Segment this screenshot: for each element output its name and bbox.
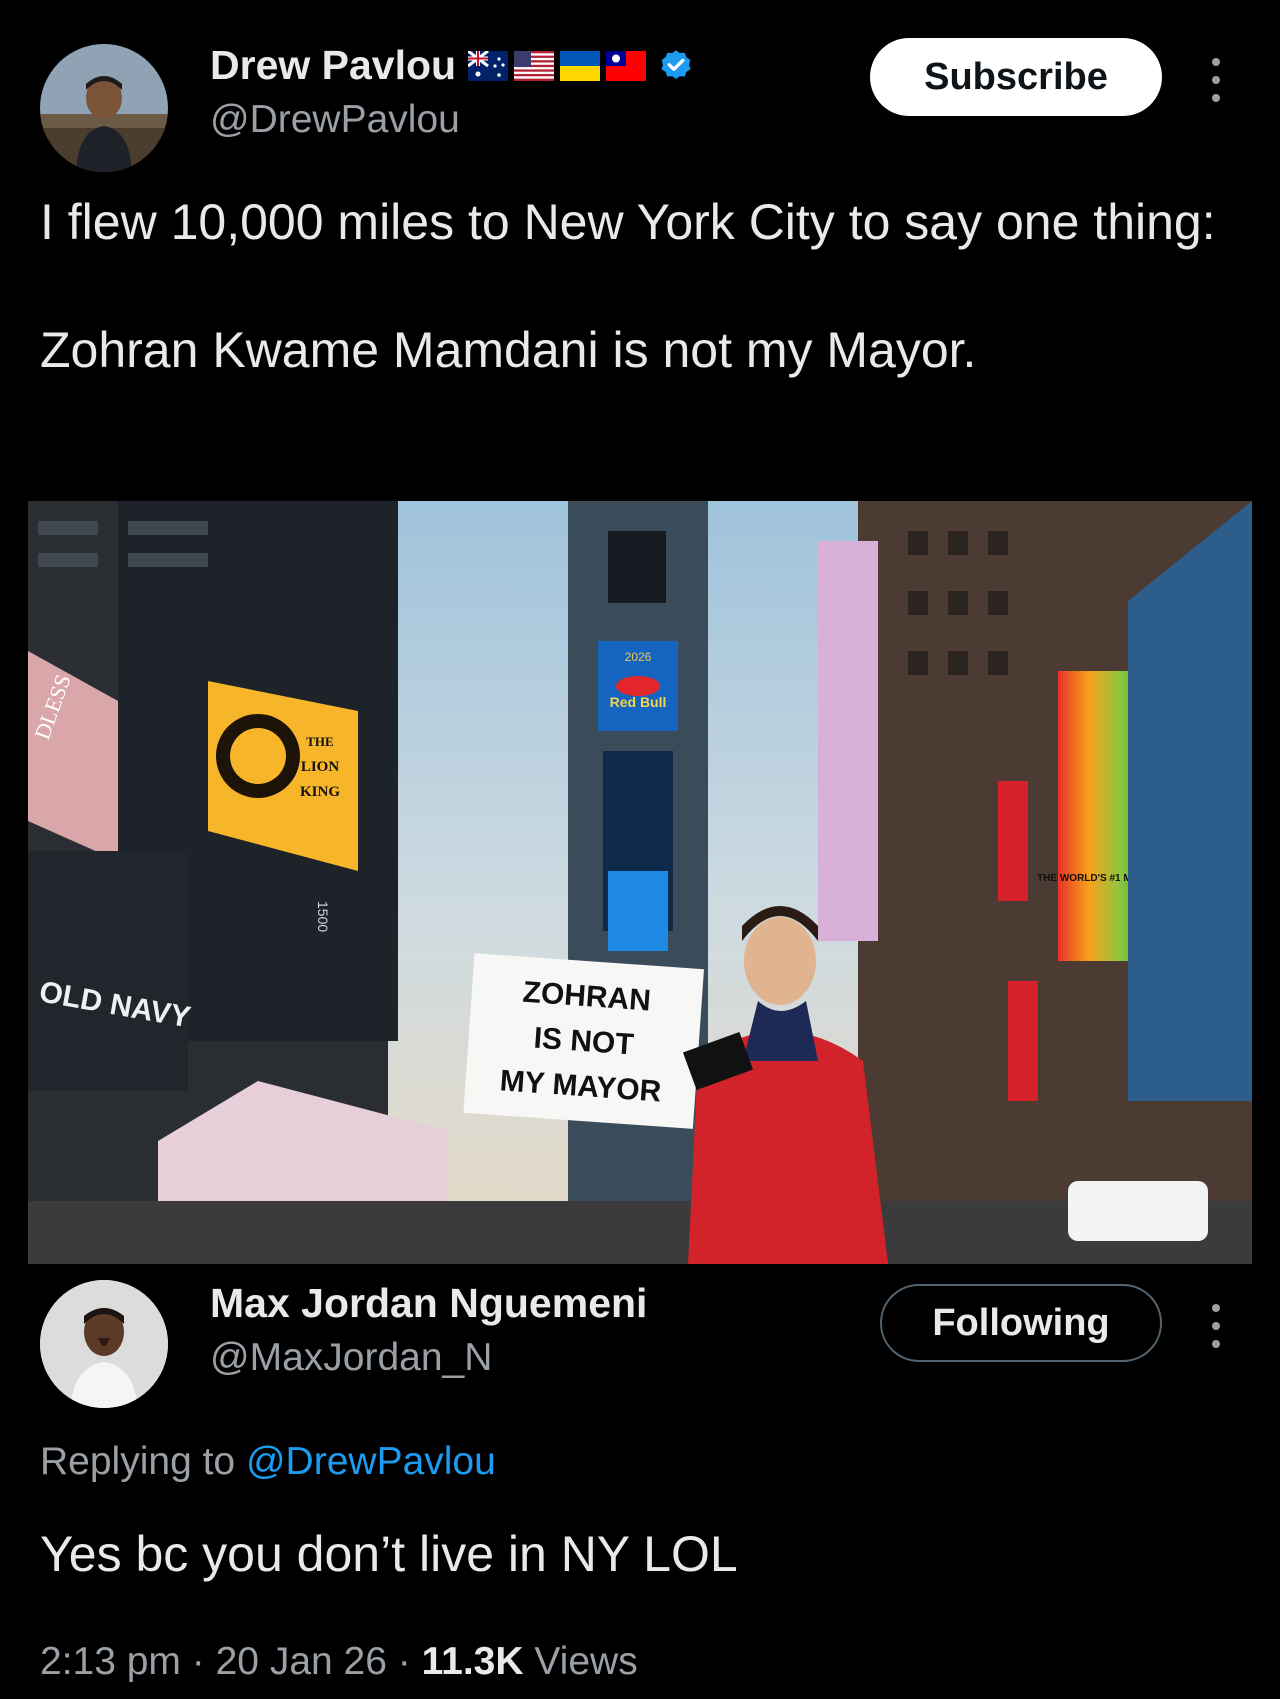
replying-to-handle-link[interactable]: @DrewPavlou — [246, 1440, 496, 1483]
tweet-text-line-2: Zohran Kwame Mamdani is not my Mayor. — [40, 322, 977, 378]
author-avatar[interactable] — [40, 44, 168, 172]
lionking-lion: LION — [301, 759, 340, 775]
billboard-redbull: Red Bull — [610, 694, 667, 710]
replying-to: Replying to @DrewPavlou — [40, 1440, 496, 1484]
building-number: 1500 — [315, 901, 331, 932]
reply-time[interactable]: 2:13 pm — [40, 1640, 181, 1683]
tweet-text-line-1: I flew 10,000 miles to New York City to … — [40, 194, 1216, 250]
reply-header: Max Jordan Nguemeni @MaxJordan_N Followi… — [40, 1268, 1250, 1408]
tweet-header: Drew Pavlou @DrewPavlou Subscribe — [40, 28, 1250, 172]
taiwan-flag-icon — [606, 50, 647, 81]
following-button[interactable]: Following — [880, 1284, 1162, 1362]
reply-meta: 2:13 pm · 20 Jan 26 · 11.3K Views — [40, 1640, 638, 1684]
replying-prefix: Replying to — [40, 1440, 236, 1483]
lionking-the: THE — [306, 734, 333, 749]
reply-text: Yes bc you don’t live in NY LOL — [40, 1526, 738, 1582]
reply-more-options-icon[interactable] — [1202, 1296, 1230, 1356]
verified-badge-icon[interactable] — [658, 48, 694, 84]
tweet-media-photo[interactable]: 2026 Red Bull THE LION KING 1500 DLESS O… — [28, 501, 1252, 1264]
meta-separator: · — [191, 1640, 205, 1683]
billboard-year: 2026 — [625, 650, 652, 664]
reply-author-name[interactable]: Max Jordan Nguemeni — [210, 1280, 647, 1327]
author-name[interactable]: Drew Pavlou — [210, 42, 456, 89]
views-count: 11.3K — [421, 1640, 524, 1683]
reply-author-avatar[interactable] — [40, 1280, 168, 1408]
reply-author-handle[interactable]: @MaxJordan_N — [210, 1336, 492, 1380]
author-name-row: Drew Pavlou — [210, 42, 694, 89]
reply-date[interactable]: 20 Jan 26 — [216, 1640, 387, 1683]
author-handle[interactable]: @DrewPavlou — [210, 98, 460, 142]
sign-line-2: IS NOT — [533, 1022, 635, 1062]
subscribe-button[interactable]: Subscribe — [870, 38, 1162, 116]
more-options-icon[interactable] — [1202, 50, 1230, 110]
views-label: Views — [534, 1640, 638, 1683]
flag-list — [467, 49, 647, 81]
usa-flag-icon — [514, 50, 555, 81]
lionking-king: KING — [300, 784, 340, 800]
meta-separator: · — [397, 1640, 411, 1683]
australia-flag-icon — [467, 49, 509, 81]
ukraine-flag-icon — [560, 50, 601, 81]
tweet-text: I flew 10,000 miles to New York City to … — [40, 190, 1240, 382]
